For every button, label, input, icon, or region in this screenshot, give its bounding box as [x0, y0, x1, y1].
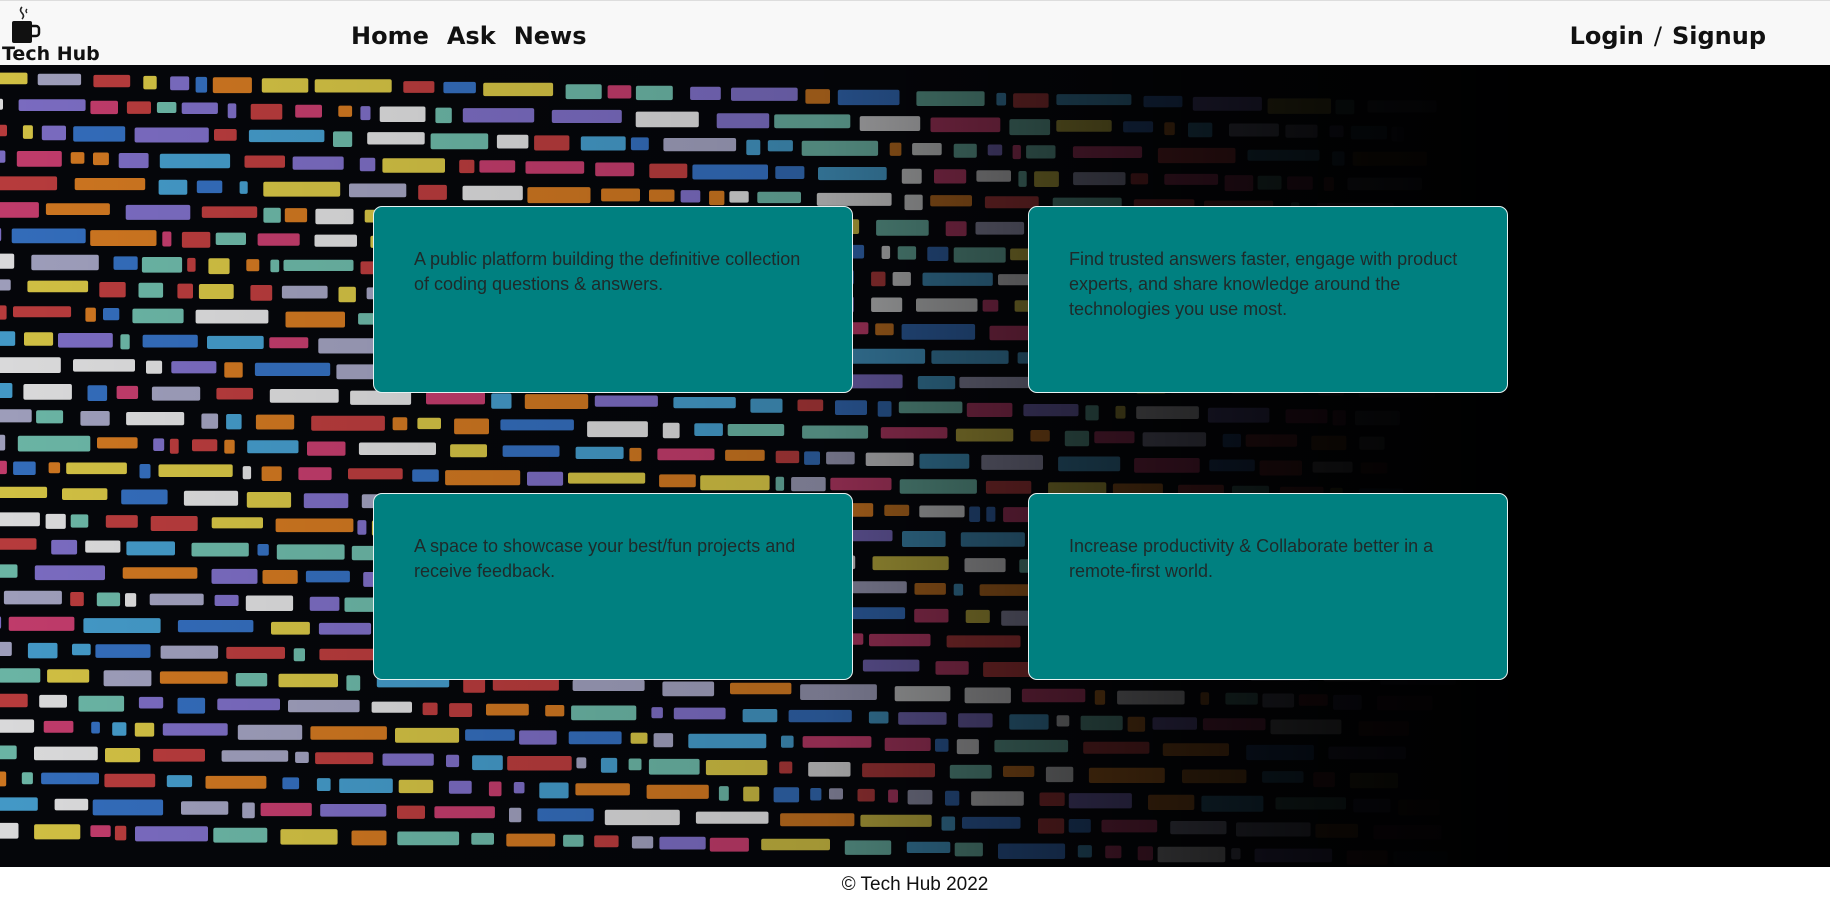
brand[interactable]: Tech Hub: [2, 3, 102, 65]
nav-link-news[interactable]: News: [514, 19, 587, 53]
login-link[interactable]: Login: [1570, 19, 1644, 53]
nav-link-ask[interactable]: Ask: [447, 19, 496, 53]
main-nav: Home Ask News: [351, 19, 587, 53]
code-background-image: [0, 65, 1830, 867]
card-text: A space to showcase your best/fun projec…: [414, 536, 796, 581]
card-text: A public platform building the definitiv…: [414, 249, 801, 294]
card-text: Increase productivity & Collaborate bett…: [1069, 536, 1434, 581]
nav-link-home[interactable]: Home: [351, 19, 429, 53]
feature-card-answers: Find trusted answers faster, engage with…: [1028, 206, 1508, 393]
coffee-mug-icon: [12, 6, 41, 43]
auth-links: Login / Signup: [1570, 19, 1766, 53]
feature-card-projects: A space to showcase your best/fun projec…: [373, 493, 853, 680]
auth-separator: /: [1653, 22, 1662, 50]
brand-name: Tech Hub: [2, 43, 100, 65]
hero-section: A public platform building the definitiv…: [0, 65, 1830, 867]
footer-copyright: © Tech Hub 2022: [841, 874, 989, 895]
card-text: Find trusted answers faster, engage with…: [1069, 249, 1458, 319]
feature-card-productivity: Increase productivity & Collaborate bett…: [1028, 493, 1508, 680]
signup-link[interactable]: Signup: [1672, 19, 1766, 53]
feature-card-qa: A public platform building the definitiv…: [373, 206, 853, 393]
footer: © Tech Hub 2022: [0, 867, 1830, 903]
top-navbar: Tech Hub Home Ask News Login / Signup: [0, 0, 1830, 65]
